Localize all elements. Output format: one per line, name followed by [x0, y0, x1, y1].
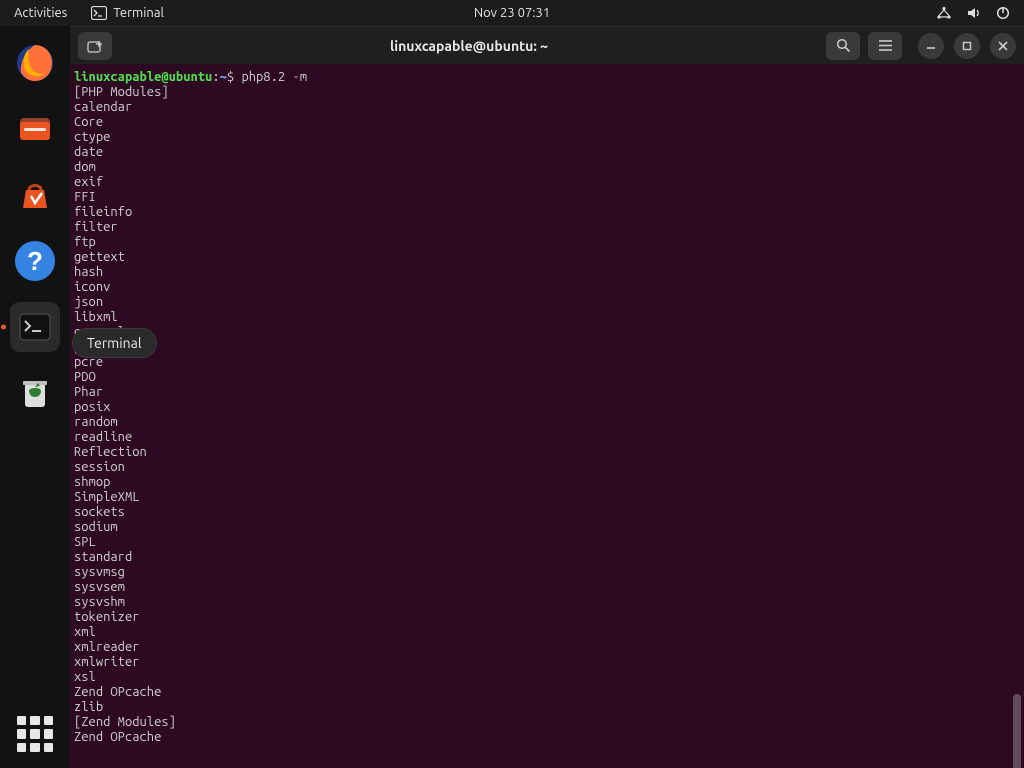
dock-help[interactable]: ? [10, 236, 60, 286]
output-line: ftp [74, 235, 1024, 250]
output-line: standard [74, 550, 1024, 565]
output-line: zlib [74, 700, 1024, 715]
top-bar: Activities Terminal Nov 23 07:31 [0, 0, 1024, 26]
output-line: openssl [74, 325, 1024, 340]
terminal-icon [91, 6, 107, 20]
output-line: shmop [74, 475, 1024, 490]
window-title: linuxcapable@ubuntu: ~ [120, 38, 818, 54]
maximize-button[interactable] [954, 33, 980, 59]
dock-trash[interactable] [10, 368, 60, 418]
terminal-body[interactable]: linuxcapable@ubuntu:~$ php8.2 -m [PHP Mo… [70, 64, 1024, 768]
output-line: exif [74, 175, 1024, 190]
hamburger-icon [878, 39, 893, 52]
output-line: dom [74, 160, 1024, 175]
scrollbar-thumb[interactable] [1013, 694, 1021, 768]
command-text: php8.2 -m [241, 70, 307, 84]
svg-text:?: ? [27, 246, 43, 276]
dock-files[interactable] [10, 104, 60, 154]
output-line: date [74, 145, 1024, 160]
help-icon: ? [13, 239, 57, 283]
app-menu-label: Terminal [113, 6, 164, 20]
new-tab-icon [87, 39, 103, 53]
clock[interactable]: Nov 23 07:31 [474, 6, 550, 20]
trash-icon [15, 373, 55, 413]
output-line: libxml [74, 310, 1024, 325]
output-line: tokenizer [74, 610, 1024, 625]
output-line: pcntl [74, 340, 1024, 355]
minimize-button[interactable] [918, 33, 944, 59]
output-line: xml [74, 625, 1024, 640]
output-line: gettext [74, 250, 1024, 265]
output-line: session [74, 460, 1024, 475]
output-line: Reflection [74, 445, 1024, 460]
new-tab-button[interactable] [78, 32, 112, 60]
software-icon [14, 174, 56, 216]
output-line: random [74, 415, 1024, 430]
dock-terminal[interactable] [10, 302, 60, 352]
network-icon[interactable] [936, 6, 952, 20]
output-line: posix [74, 400, 1024, 415]
output-line: Zend OPcache [74, 730, 1024, 745]
menu-button[interactable] [868, 32, 902, 60]
output-line: json [74, 295, 1024, 310]
search-button[interactable] [826, 32, 860, 60]
output-line: FFI [74, 190, 1024, 205]
output-line: PDO [74, 370, 1024, 385]
firefox-icon [14, 42, 56, 84]
search-icon [836, 38, 851, 53]
output-line: sysvshm [74, 595, 1024, 610]
output-line: Core [74, 115, 1024, 130]
dock-software[interactable] [10, 170, 60, 220]
output-line: Phar [74, 385, 1024, 400]
output-line: SimpleXML [74, 490, 1024, 505]
output-line: sysvmsg [74, 565, 1024, 580]
output-line: sockets [74, 505, 1024, 520]
output-line: sysvsem [74, 580, 1024, 595]
output-line: calendar [74, 100, 1024, 115]
output-line: Zend OPcache [74, 685, 1024, 700]
output-line: ctype [74, 130, 1024, 145]
dock-firefox[interactable] [10, 38, 60, 88]
output-line: hash [74, 265, 1024, 280]
volume-icon[interactable] [966, 6, 982, 20]
close-icon [997, 40, 1009, 52]
minimize-icon [925, 40, 937, 52]
output-line: [PHP Modules] [74, 85, 1024, 100]
power-icon[interactable] [996, 6, 1010, 20]
output-line: iconv [74, 280, 1024, 295]
output-line: pcre [74, 355, 1024, 370]
terminal-app-icon [19, 313, 51, 341]
dock: ? [0, 26, 70, 768]
output-line: fileinfo [74, 205, 1024, 220]
prompt-userhost: linuxcapable@ubuntu [74, 70, 212, 84]
output-line: readline [74, 430, 1024, 445]
output-line: SPL [74, 535, 1024, 550]
output-line: filter [74, 220, 1024, 235]
output-line: xsl [74, 670, 1024, 685]
output-line: xmlreader [74, 640, 1024, 655]
terminal-window: linuxcapable@ubuntu: ~ linuxcapable@ubun… [70, 26, 1024, 768]
files-icon [14, 108, 56, 150]
prompt-path: ~ [220, 70, 227, 84]
dock-tooltip: Terminal [72, 328, 157, 358]
titlebar: linuxcapable@ubuntu: ~ [70, 26, 1024, 64]
output-line: [Zend Modules] [74, 715, 1024, 730]
app-menu[interactable]: Terminal [91, 6, 164, 20]
activities-button[interactable]: Activities [8, 6, 73, 20]
maximize-icon [961, 40, 973, 52]
show-applications[interactable] [17, 716, 53, 752]
prompt-line: linuxcapable@ubuntu:~$ php8.2 -m [74, 70, 1024, 85]
output-line: sodium [74, 520, 1024, 535]
output-line: xmlwriter [74, 655, 1024, 670]
close-button[interactable] [990, 33, 1016, 59]
